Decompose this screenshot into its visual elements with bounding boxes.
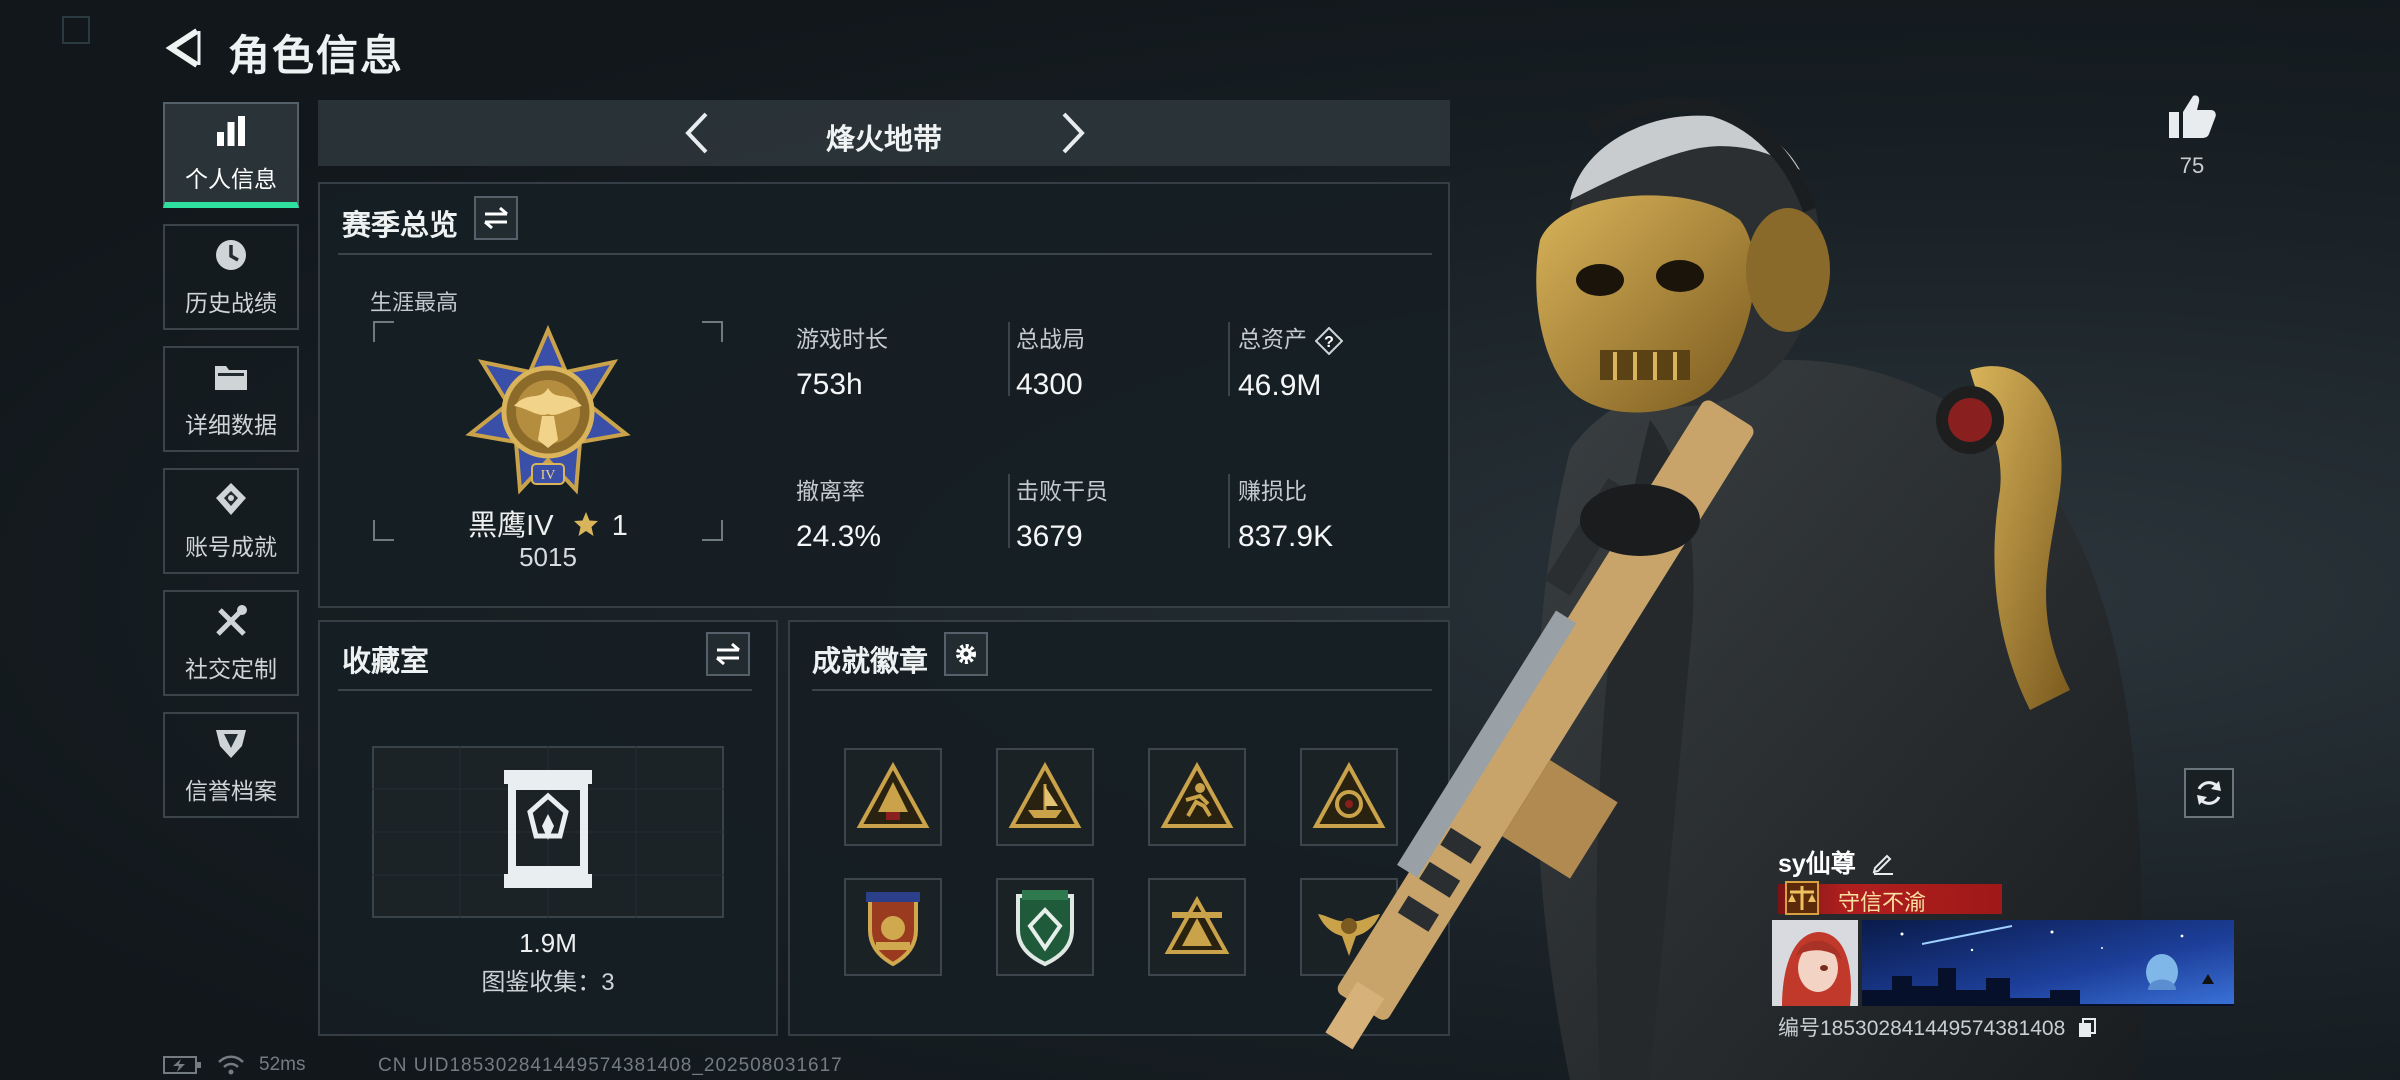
svg-text:IV: IV xyxy=(541,468,556,483)
shield-icon xyxy=(216,730,246,758)
triangle-ship-badge-icon xyxy=(1008,761,1082,828)
clock-icon xyxy=(216,240,246,270)
nav-item-social-custom[interactable]: 社交定制 xyxy=(163,590,299,696)
triangle-badge-icon xyxy=(856,761,930,828)
ping-text: 52ms xyxy=(259,1054,306,1075)
swap-icon xyxy=(484,206,508,230)
tools-icon xyxy=(216,605,247,636)
achievements-settings-button[interactable] xyxy=(944,632,988,676)
collection-title: 收藏室 xyxy=(342,646,430,678)
stat-play-time: 游戏时长 753h xyxy=(796,320,888,402)
nav-label: 历史战绩 xyxy=(185,290,277,316)
green-shield-badge-icon xyxy=(1016,890,1074,967)
nav-item-detailed-data[interactable]: 详细数据 xyxy=(163,346,299,452)
profile-banner[interactable] xyxy=(1862,920,2234,1006)
battery-icon xyxy=(163,1056,201,1074)
status-bar: 52ms xyxy=(163,1052,305,1078)
player-name: sy仙尊 xyxy=(1778,850,1856,878)
nav-item-match-history[interactable]: 历史战绩 xyxy=(163,224,299,330)
collection-room-preview[interactable] xyxy=(372,746,724,918)
player-title: 守信不渝 xyxy=(1838,890,1927,915)
back-button[interactable] xyxy=(158,22,210,74)
back-arrow-icon xyxy=(165,28,201,68)
divider xyxy=(338,253,1432,255)
stat-value: 3679 xyxy=(1016,520,1083,553)
folder-icon xyxy=(215,366,247,390)
stat-value: 24.3% xyxy=(796,520,882,553)
badge-3[interactable] xyxy=(1148,748,1246,846)
badge-1[interactable] xyxy=(844,748,942,846)
stat-divider xyxy=(1228,322,1230,396)
refresh-icon xyxy=(2197,781,2221,805)
avatar[interactable] xyxy=(1772,920,1858,1006)
player-id: 编号18530284144957438140​8 xyxy=(1778,1017,2066,1040)
badge-7[interactable] xyxy=(1148,878,1246,976)
tent-badge-icon xyxy=(1164,895,1230,954)
nav-label: 详细数据 xyxy=(185,412,277,438)
season-switch-button[interactable] xyxy=(474,196,518,240)
rotate-view-button[interactable] xyxy=(2184,768,2234,818)
player-id-line: 编号18530284144957438140​8 xyxy=(1778,1012,2097,1042)
nav-item-personal-info[interactable]: 个人信息 xyxy=(163,102,299,208)
uid-text: CN UID18530284144957438140​8_20250803161… xyxy=(378,1055,843,1076)
stat-label: 击败干员 xyxy=(1016,478,1108,504)
stat-label: 游戏时长 xyxy=(796,326,888,352)
stat-divider xyxy=(1008,322,1010,396)
crest-badge-icon xyxy=(866,892,920,967)
season-overview-title: 赛季总览 xyxy=(342,210,459,242)
scale-badge-icon xyxy=(1785,881,1819,915)
stat-operators-defeated: 击败干员 3679 xyxy=(1016,472,1108,554)
rank-medal-icon: IV xyxy=(465,324,631,495)
like-block[interactable]: 75 xyxy=(2160,94,2224,179)
nav-label: 账号成就 xyxy=(185,534,277,560)
nav-label: 个人信息 xyxy=(185,166,277,192)
thumbs-up-icon xyxy=(2169,95,2216,138)
career-best-label: 生涯最高 xyxy=(370,290,459,315)
nav-item-reputation[interactable]: 信誉档案 xyxy=(163,712,299,818)
divider xyxy=(338,689,752,691)
star-icon xyxy=(573,512,598,536)
stat-divider xyxy=(1228,474,1230,548)
nav-item-achievements[interactable]: 账号成就 xyxy=(163,468,299,574)
page-title: 角色信息 xyxy=(228,32,405,79)
gear-icon xyxy=(956,644,976,664)
medal-icon xyxy=(216,483,246,515)
swap-icon xyxy=(716,642,740,666)
stat-divider xyxy=(1008,474,1010,548)
badge-5[interactable] xyxy=(844,878,942,976)
rank-score: 5015 xyxy=(519,542,577,572)
collection-switch-button[interactable] xyxy=(706,632,750,676)
wifi-icon xyxy=(218,1055,244,1075)
nav-label: 社交定制 xyxy=(185,656,277,682)
mode-next-button[interactable] xyxy=(1048,108,1098,158)
bar-chart-icon xyxy=(217,116,245,146)
rank-name: 黑鹰IV xyxy=(468,510,554,542)
nav-label: 信誉档案 xyxy=(185,778,277,804)
rank-name-line: 黑鹰IV 1 xyxy=(372,502,724,544)
chevron-right-icon xyxy=(1062,112,1085,154)
stat-value: 753h xyxy=(796,368,863,401)
stat-extraction-rate: 撤离率 24.3% xyxy=(796,472,881,554)
edit-icon[interactable] xyxy=(1871,851,1895,875)
badge-6[interactable] xyxy=(996,878,1094,976)
collection-count: 图鉴收集：3 xyxy=(481,969,615,996)
stat-value: 4300 xyxy=(1016,368,1083,401)
collection-value: 1.9M xyxy=(519,928,577,958)
player-name-line: sy仙尊 xyxy=(1778,844,1895,880)
stat-label: 撤离率 xyxy=(796,478,865,504)
corner-marker xyxy=(62,16,90,44)
achievements-title: 成就徽章 xyxy=(812,646,929,678)
like-count: 75 xyxy=(2179,153,2205,178)
copy-icon[interactable] xyxy=(2077,1017,2097,1039)
triangle-runner-badge-icon xyxy=(1160,761,1234,828)
stat-label: 总战局 xyxy=(1016,326,1085,352)
rank-stars: 1 xyxy=(611,510,628,542)
badge-2[interactable] xyxy=(996,748,1094,846)
stat-total-matches: 总战局 4300 xyxy=(1016,320,1085,402)
